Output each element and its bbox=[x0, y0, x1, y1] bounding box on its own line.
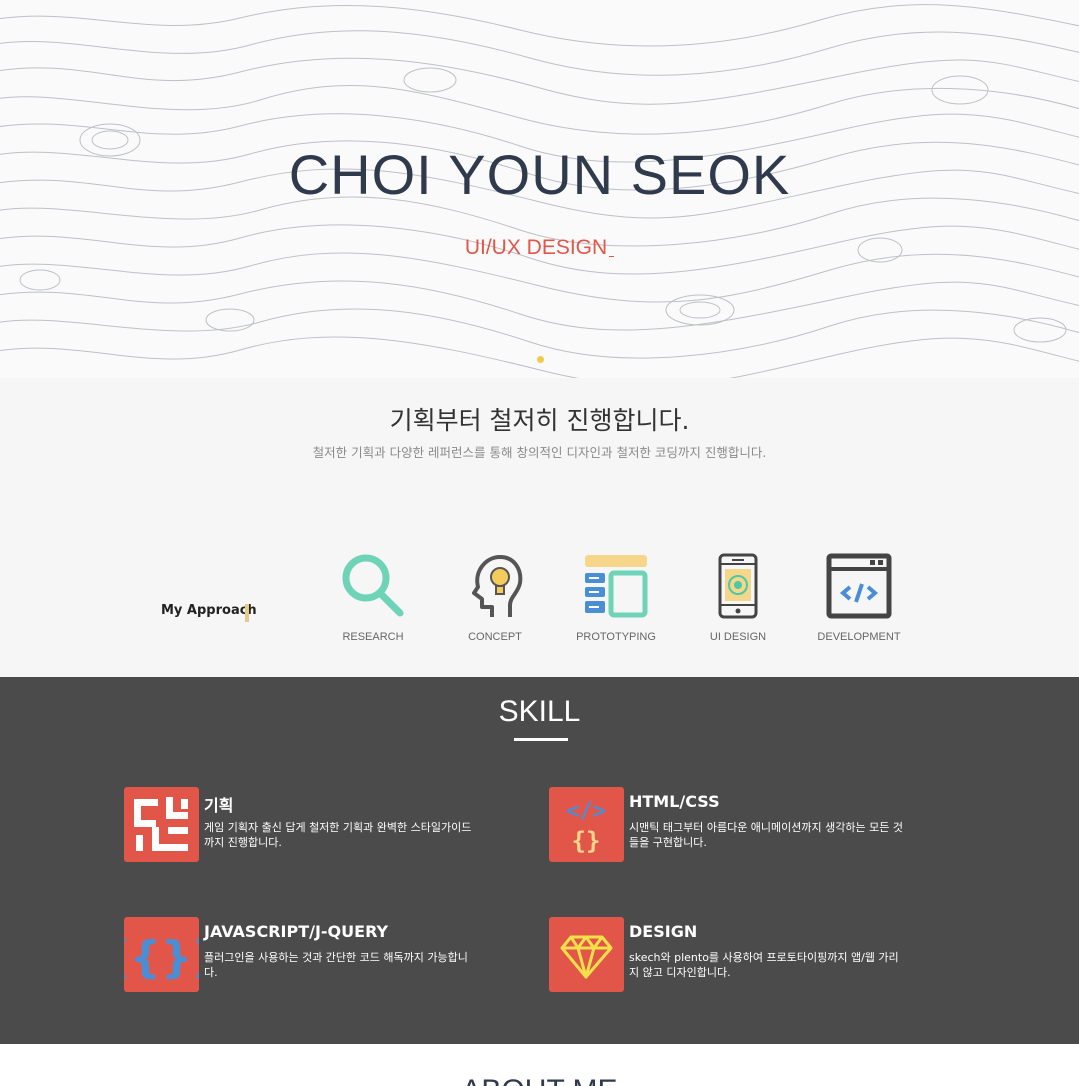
skill-icon-box bbox=[124, 787, 199, 862]
approach-item-label: RESEARCH bbox=[342, 631, 404, 643]
skill-title-underline bbox=[514, 738, 568, 741]
approach-item-label: UI DESIGN bbox=[709, 631, 767, 643]
hero-section: CHOI YOUN SEOK UI/UX DESIGN bbox=[0, 0, 1079, 378]
browser-code-icon bbox=[826, 553, 892, 619]
skill-name: DESIGN bbox=[629, 922, 698, 941]
skill-icon-box bbox=[549, 917, 624, 992]
approach-label-bar bbox=[245, 604, 249, 622]
skill-name: JAVASCRIPT/J-QUERY bbox=[204, 922, 389, 941]
scroll-indicator-dot[interactable] bbox=[537, 356, 544, 363]
approach-item-concept: CONCEPT bbox=[435, 553, 555, 643]
skill-icon-box: ({}) bbox=[110, 917, 213, 992]
about-section: ABOUT ME bbox=[0, 1044, 1079, 1086]
approach-label: My Approach bbox=[161, 603, 257, 618]
skill-description: 게임 기획자 출신 답게 철저한 기획과 완벽한 스타일가이드까지 진행합니다. bbox=[204, 821, 472, 849]
approach-description: 철저한 기획과 다양한 레퍼런스를 통해 창의적인 디자인과 철저한 코딩까지 … bbox=[312, 445, 767, 460]
skill-description: 플러그인을 사용하는 것과 간단한 코드 해독까지 가능합니다. bbox=[204, 951, 468, 979]
svg-text:</>: </> bbox=[566, 799, 606, 824]
approach-item-label: DEVELOPMENT bbox=[817, 631, 901, 643]
mobile-phone-icon bbox=[718, 553, 758, 619]
hero-subtitle: UI/UX DESIGN bbox=[0, 236, 1079, 260]
approach-item-research: RESEARCH bbox=[313, 553, 433, 643]
skill-description: 시맨틱 태그부터 아름다운 애니메이션까지 생각하는 모든 것들을 구현합니다. bbox=[629, 821, 903, 849]
approach-item-label: CONCEPT bbox=[468, 631, 522, 643]
typing-cursor bbox=[609, 256, 615, 257]
magnifier-icon bbox=[342, 554, 404, 617]
hero-subtitle-text: UI/UX DESIGN bbox=[464, 236, 608, 259]
maze-icon bbox=[134, 797, 188, 851]
svg-text:{}: {} bbox=[572, 827, 601, 855]
approach-section: 기획부터 철저히 진행합니다. 철저한 기획과 다양한 레퍼런스를 통해 창의적… bbox=[0, 378, 1079, 677]
skill-description: skech와 plento를 사용하여 프로토타이핑까지 앱/웹 가리지 않고 … bbox=[629, 951, 899, 979]
approach-item-label: PROTOTYPING bbox=[576, 631, 656, 643]
layout-blocks-icon bbox=[585, 555, 648, 618]
approach-item-development: DEVELOPMENT bbox=[799, 553, 919, 643]
hero-title: CHOI YOUN SEOK bbox=[288, 143, 791, 206]
approach-item-prototyping: PROTOTYPING bbox=[556, 553, 676, 643]
skill-section: SKILL 기획 게임 기획자 출신 답게 철저한 기획과 완벽한 스타일가이드… bbox=[0, 677, 1079, 1044]
svg-text:({}): ({}) bbox=[124, 932, 199, 983]
head-lightbulb-icon bbox=[472, 555, 523, 617]
diamond-icon bbox=[560, 935, 613, 979]
about-title: ABOUT ME bbox=[0, 1074, 1079, 1086]
code-brackets-icon: </> {} bbox=[566, 799, 606, 855]
skill-title: SKILL bbox=[498, 695, 581, 728]
curly-braces-icon: ({}) bbox=[110, 932, 213, 983]
skill-name: HTML/CSS bbox=[629, 792, 720, 811]
skill-name: 기획 bbox=[204, 796, 234, 815]
skill-icon-box: </> {} bbox=[549, 787, 624, 862]
approach-item-ui-design: UI DESIGN bbox=[678, 553, 798, 643]
approach-title: 기획부터 철저히 진행합니다. bbox=[389, 406, 690, 435]
